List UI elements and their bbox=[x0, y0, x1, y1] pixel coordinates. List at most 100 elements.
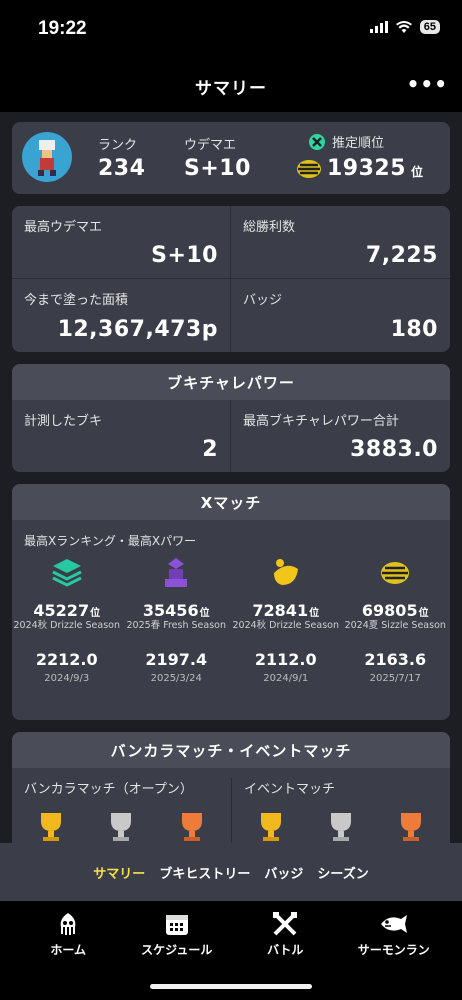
painted-area-cell: 今まで塗った面積 12,367,473p bbox=[12, 279, 231, 352]
x-power-value: 2212.0 bbox=[35, 650, 98, 669]
max-power-label: 最高ブキチャレパワー合計 bbox=[243, 414, 399, 429]
rainmaker-icon bbox=[273, 559, 298, 585]
x-rank-unit: 位 bbox=[309, 608, 320, 619]
bankara-trophies bbox=[12, 797, 231, 848]
nav-home[interactable]: ホーム bbox=[23, 911, 113, 1000]
estimated-rank-value: 19325 bbox=[327, 156, 407, 181]
udemae-value: S+10 bbox=[184, 156, 251, 181]
tab-weapon-history[interactable]: ブキヒストリー bbox=[159, 863, 250, 882]
total-wins-label: 総勝利数 bbox=[243, 220, 296, 235]
max-udemae-cell: 最高ウデマエ S+10 bbox=[12, 206, 231, 279]
page-title: サマリー bbox=[195, 79, 267, 99]
x-rank-value: 69805 bbox=[361, 601, 418, 620]
bronze-trophy-icon bbox=[401, 813, 421, 841]
battery-indicator: 65 bbox=[419, 20, 440, 34]
max-power-cell: 最高ブキチャレパワー合計 3883.0 bbox=[231, 400, 450, 472]
x-power-value: 2112.0 bbox=[254, 650, 317, 669]
home-indicator bbox=[150, 984, 312, 989]
x-rank-value: 45227 bbox=[33, 601, 90, 620]
x-rank-unit: 位 bbox=[90, 608, 101, 619]
x-rank-value: 72841 bbox=[252, 601, 309, 620]
estimated-rank: 19325 位 bbox=[296, 156, 423, 181]
estimated-rank-label: 推定順位 bbox=[332, 136, 385, 151]
max-udemae-label: 最高ウデマエ bbox=[24, 220, 103, 235]
bankara-open-label: バンカラマッチ（オープン） bbox=[24, 782, 193, 797]
x-match-title: Xマッチ bbox=[12, 484, 450, 520]
calendar-icon bbox=[165, 915, 188, 935]
estimated-rank-unit: 位 bbox=[411, 165, 424, 179]
badges-value: 180 bbox=[390, 317, 438, 342]
avatar bbox=[22, 132, 72, 182]
measured-weapons-value: 2 bbox=[202, 437, 218, 462]
x-match-card: Xマッチ 最高Xランキング・最高Xパワー 45227位 2024秋 Drizzl… bbox=[12, 484, 450, 720]
nav-bar: サマリー ••• bbox=[0, 56, 462, 112]
crossed-weapons-icon bbox=[273, 912, 298, 936]
gold-trophy-icon bbox=[261, 813, 281, 841]
x-power-value: 2197.4 bbox=[145, 650, 208, 669]
wifi-icon bbox=[395, 21, 412, 33]
avatar-image bbox=[38, 140, 56, 176]
x-date: 2024/9/1 bbox=[263, 673, 309, 684]
squid-icon bbox=[60, 913, 76, 935]
x-rank-unit: 位 bbox=[418, 608, 429, 619]
painted-area-label: 今まで塗った面積 bbox=[24, 293, 129, 308]
x-entry-splat-zones[interactable]: 45227位 2024秋 Drizzle Season 2212.0 2024/… bbox=[12, 555, 122, 707]
summary-content[interactable]: ランク 234 ウデマエ S+10 推定順位 19325 位 最高ウデマエ S+… bbox=[0, 112, 462, 902]
x-rank-unit: 位 bbox=[199, 608, 210, 619]
total-wins-cell: 総勝利数 7,225 bbox=[231, 206, 450, 279]
nav-schedule-label: スケジュール bbox=[141, 943, 213, 957]
badges-cell[interactable]: バッジ 180 bbox=[231, 279, 450, 352]
x-match-grid: 45227位 2024秋 Drizzle Season 2212.0 2024/… bbox=[12, 549, 450, 707]
status-icons: 65 bbox=[369, 20, 440, 34]
rank-label: ランク bbox=[98, 138, 138, 153]
x-entry-clam-blitz[interactable]: 69805位 2024夏 Sizzle Season 2163.6 2025/7… bbox=[341, 555, 451, 707]
x-badge-icon bbox=[309, 133, 325, 150]
measured-weapons-cell: 計測したブキ 2 bbox=[12, 400, 231, 472]
x-date: 2025/3/24 bbox=[150, 673, 202, 684]
x-date: 2024/9/3 bbox=[44, 673, 90, 684]
badges-label: バッジ bbox=[243, 293, 283, 308]
stats-card: 最高ウデマエ S+10 総勝利数 7,225 今まで塗った面積 12,367,4… bbox=[12, 206, 450, 352]
total-wins-value: 7,225 bbox=[365, 243, 438, 268]
max-power-value: 3883.0 bbox=[350, 437, 438, 462]
tab-seasons[interactable]: シーズン bbox=[317, 863, 368, 882]
weapon-challenge-card: ブキチャレパワー 計測したブキ 2 最高ブキチャレパワー合計 3883.0 bbox=[12, 364, 450, 472]
tab-summary[interactable]: サマリー bbox=[93, 863, 145, 882]
x-power-value: 2163.6 bbox=[364, 650, 427, 669]
rank-value: 234 bbox=[98, 156, 146, 181]
salmon-icon bbox=[380, 915, 407, 933]
x-date: 2025/7/17 bbox=[369, 673, 421, 684]
bankara-event-title: バンカラマッチ・イベントマッチ bbox=[12, 732, 450, 768]
measured-weapons-label: 計測したブキ bbox=[24, 414, 103, 429]
x-entry-rainmaker[interactable]: 72841位 2024秋 Drizzle Season 2112.0 2024/… bbox=[231, 555, 341, 707]
x-match-subtitle: 最高Xランキング・最高Xパワー bbox=[24, 534, 197, 548]
nav-salmon-run[interactable]: サーモンラン bbox=[349, 911, 439, 1000]
event-trophies bbox=[232, 797, 450, 843]
gold-trophy-icon bbox=[41, 813, 62, 841]
silver-trophy-icon bbox=[111, 813, 132, 841]
profile-card: ランク 234 ウデマエ S+10 推定順位 19325 位 bbox=[12, 122, 450, 194]
status-time: 19:22 bbox=[38, 18, 87, 39]
x-season: 2024夏 Sizzle Season bbox=[344, 620, 446, 631]
x-season: 2025春 Fresh Season bbox=[126, 620, 226, 631]
x-entry-tower-control[interactable]: 35456位 2025春 Fresh Season 2197.4 2025/3/… bbox=[122, 555, 232, 707]
estimated-rank-header: 推定順位 bbox=[308, 132, 384, 151]
silver-trophy-icon bbox=[331, 813, 351, 841]
udemae-label: ウデマエ bbox=[184, 138, 237, 153]
nav-battle-label: バトル bbox=[267, 943, 304, 957]
signal-icon bbox=[369, 21, 388, 33]
nav-home-label: ホーム bbox=[50, 943, 87, 957]
max-udemae-value: S+10 bbox=[151, 243, 218, 268]
clam-blitz-icon bbox=[381, 562, 410, 584]
event-match-label: イベントマッチ bbox=[244, 782, 336, 797]
weapon-challenge-title: ブキチャレパワー bbox=[12, 364, 450, 400]
tab-badges[interactable]: バッジ bbox=[264, 863, 303, 882]
tower-control-icon bbox=[165, 558, 188, 587]
more-options-button[interactable]: ••• bbox=[407, 72, 448, 96]
splat-zones-icon bbox=[52, 559, 82, 587]
painted-area-value: 12,367,473p bbox=[57, 317, 218, 342]
x-season: 2024秋 Drizzle Season bbox=[13, 620, 120, 631]
sub-tabs: サマリー ブキヒストリー バッジ シーズン bbox=[0, 843, 462, 901]
clam-blitz-icon bbox=[297, 159, 321, 178]
status-bar: 19:22 65 bbox=[0, 0, 462, 56]
